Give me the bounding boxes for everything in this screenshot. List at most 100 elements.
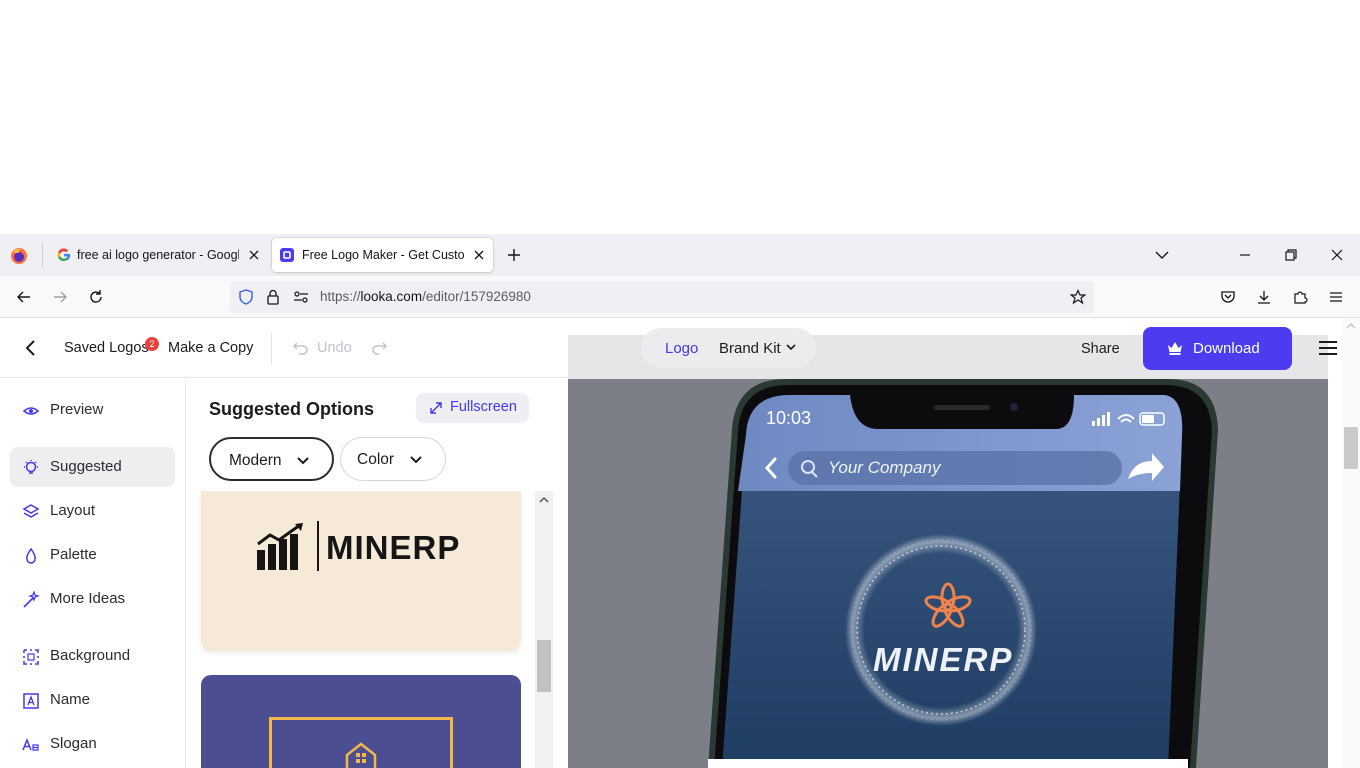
eye-icon [22, 402, 40, 420]
suggestions-scrollbar[interactable] [535, 491, 553, 768]
back-arrow-icon[interactable] [16, 289, 32, 305]
redo-icon[interactable] [371, 341, 387, 355]
fullscreen-label: Fullscreen [450, 399, 517, 415]
building-logo-icon [343, 741, 379, 768]
bookmark-star-icon[interactable] [1070, 289, 1086, 305]
pocket-icon[interactable] [1220, 289, 1236, 305]
downloads-icon[interactable] [1256, 289, 1272, 305]
sidebar-item-layout[interactable]: Layout [10, 491, 175, 531]
reload-icon[interactable] [88, 289, 104, 305]
logo-divider [317, 521, 319, 571]
firefox-menu-icon[interactable] [10, 247, 28, 265]
growth-chart-logo-icon [257, 522, 309, 570]
forward-arrow-icon[interactable] [52, 289, 68, 305]
text-box-icon [22, 692, 40, 710]
download-button[interactable]: Download [1143, 327, 1292, 370]
chevron-down-icon [296, 454, 310, 468]
saved-logos-link[interactable]: Saved Logos [64, 340, 149, 356]
scroll-up-icon[interactable] [538, 495, 550, 505]
phone-mockup-image [568, 335, 1328, 768]
panel-title: Suggested Options [209, 399, 375, 419]
scrollbar-thumb[interactable] [537, 640, 551, 692]
sidebar-item-preview[interactable]: Preview [10, 390, 175, 430]
close-window-icon[interactable] [1329, 247, 1345, 263]
sidebar-item-label: Palette [50, 546, 97, 563]
layers-icon [22, 503, 40, 521]
back-chevron-icon[interactable] [22, 339, 40, 357]
logo-card[interactable] [201, 675, 521, 768]
mockup-preview: 10:03 Your Company MINERP [568, 335, 1328, 768]
tab-brand-kit[interactable]: Brand Kit [719, 340, 781, 357]
hamburger-menu-icon[interactable] [1318, 339, 1338, 357]
permissions-icon[interactable] [293, 290, 309, 304]
undo-button[interactable]: Undo [317, 340, 352, 356]
looka-icon [280, 248, 294, 262]
background-grid-icon [22, 648, 40, 666]
looka-editor: 10:03 Your Company MINERP Saved Logos 2 … [0, 319, 1360, 768]
address-bar[interactable]: https://looka.com/editor/157926980 [230, 281, 1094, 313]
lightbulb-icon [22, 459, 40, 477]
tab-title: Free Logo Maker - Get Custom Logo Design… [302, 248, 464, 262]
style-filter-dropdown[interactable]: Modern [209, 437, 334, 481]
sidebar-item-label: Slogan [50, 735, 97, 752]
browser-tab-bar: free ai logo generator - Google Search F… [0, 234, 1360, 276]
make-copy-button[interactable]: Make a Copy [168, 340, 253, 356]
download-label: Download [1193, 340, 1260, 357]
page-scrollbar[interactable] [1342, 319, 1360, 768]
list-tabs-icon[interactable] [1154, 248, 1170, 262]
sidebar-item-background[interactable]: Background [10, 636, 175, 676]
editor-sidebar: Preview Suggested Layout Palette More Id… [0, 379, 186, 768]
url-text[interactable]: https://looka.com/editor/157926980 [320, 289, 531, 304]
toolbar-divider [271, 333, 272, 365]
fullscreen-button[interactable]: Fullscreen [416, 393, 529, 423]
tab-looka-editor[interactable]: Free Logo Maker - Get Custom Logo Design… [272, 238, 493, 272]
sidebar-item-label: More Ideas [50, 590, 126, 607]
app-menu-icon[interactable] [1328, 289, 1344, 305]
google-icon [57, 248, 71, 262]
sidebar-item-suggested[interactable]: Suggested [10, 447, 175, 487]
minimize-icon[interactable] [1237, 248, 1253, 262]
sidebar-item-slogan[interactable]: Slogan [10, 724, 175, 764]
sidebar-item-name[interactable]: Name [10, 680, 175, 720]
chevron-down-icon[interactable] [786, 343, 796, 351]
logo-brandkit-switch: Logo Brand Kit [641, 328, 816, 368]
sidebar-item-palette[interactable]: Palette [10, 535, 175, 575]
suggested-options-panel: Suggested Options Fullscreen Modern Colo… [186, 379, 553, 768]
tab-separator [42, 242, 43, 268]
sidebar-item-label: Suggested [50, 458, 122, 475]
magic-wand-icon [22, 591, 40, 609]
tracking-protection-shield-icon[interactable] [238, 289, 254, 305]
chevron-down-icon [409, 453, 423, 467]
droplet-icon [22, 547, 40, 565]
logo-card[interactable]: MINERP [201, 491, 521, 651]
close-tab-icon[interactable] [471, 247, 487, 263]
restore-icon[interactable] [1283, 247, 1299, 263]
saved-logos-badge: 2 [145, 337, 159, 351]
extensions-icon[interactable] [1292, 289, 1308, 305]
tab-logo[interactable]: Logo [665, 340, 698, 357]
lock-icon[interactable] [266, 289, 280, 305]
sidebar-item-more-ideas[interactable]: More Ideas [10, 579, 175, 619]
tab-google-search[interactable]: free ai logo generator - Google Search [49, 238, 268, 272]
share-button[interactable]: Share [1081, 341, 1120, 357]
sidebar-item-label: Name [50, 691, 91, 708]
scroll-up-icon[interactable] [1346, 322, 1356, 330]
phone-time: 10:03 [766, 408, 812, 428]
crown-icon [1167, 341, 1183, 355]
phone-logo-text: MINERP [873, 641, 1014, 678]
browser-navigation-bar: https://looka.com/editor/157926980 [0, 276, 1360, 318]
sidebar-item-label: Preview [50, 401, 104, 418]
slogan-icon [22, 736, 40, 754]
undo-icon[interactable] [293, 341, 309, 355]
color-filter-dropdown[interactable]: Color [340, 437, 446, 481]
expand-icon [430, 402, 442, 414]
new-tab-icon[interactable] [506, 247, 522, 263]
sidebar-item-label: Layout [50, 502, 96, 519]
editor-top-bar: Saved Logos 2 Make a Copy Undo [0, 319, 568, 378]
phone-search-placeholder: Your Company [828, 458, 941, 477]
scrollbar-thumb[interactable] [1344, 427, 1358, 469]
logo-suggestions-list: MINERP [186, 491, 536, 768]
card-logo-text: MINERP [326, 529, 461, 566]
close-tab-icon[interactable] [246, 247, 262, 263]
style-filter-value: Modern [229, 452, 282, 469]
